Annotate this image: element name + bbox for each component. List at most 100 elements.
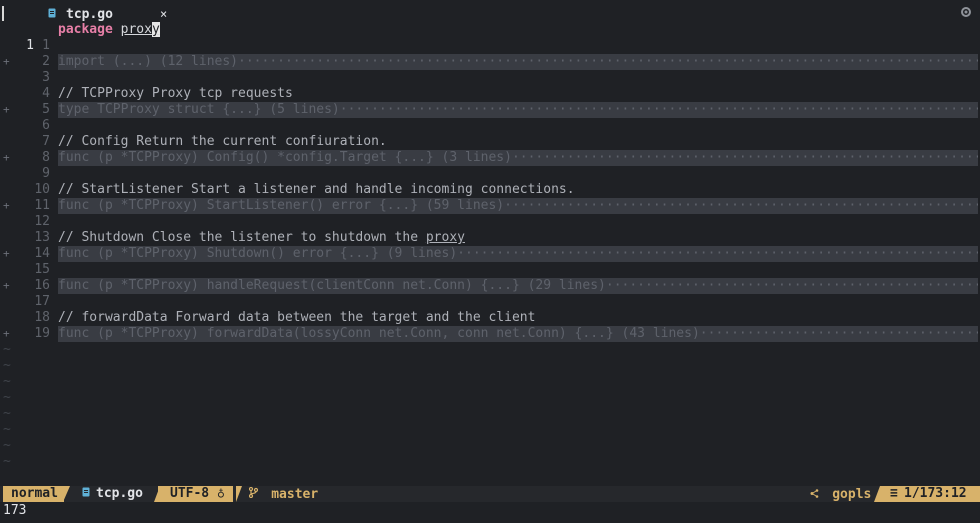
folded-region[interactable]: func (p *TCPProxy) Shutdown() error {...… [58, 246, 978, 262]
code-line[interactable]: +14 func (p *TCPProxy) Shutdown() error {… [0, 246, 980, 262]
line-number: 18 [34, 310, 50, 325]
encoding-indicator: UTF-8 ♁ [158, 486, 233, 502]
empty-line: ~ [0, 406, 980, 422]
folded-region[interactable]: func (p *TCPProxy) Config() *config.Targ… [58, 150, 978, 166]
code-line[interactable]: 6 [0, 118, 980, 134]
keyword-package: package [58, 22, 113, 37]
folded-region[interactable]: import (...) (12 lines)·················… [58, 54, 978, 70]
tab-tcp-go[interactable]: tcp.go [46, 6, 113, 22]
folded-region[interactable]: type TCPProxy struct {...} (5 lines)····… [58, 102, 978, 118]
encoding-text: UTF-8 [170, 486, 210, 501]
tilde-marker: ~ [3, 438, 11, 453]
status-file: tcp.go [82, 486, 143, 502]
fold-summary: func (p *TCPProxy) StartListener() error… [58, 198, 505, 213]
lsp-name: gopls [832, 487, 872, 502]
tab-bar: tcp.go × [0, 6, 980, 22]
cursor-position: ≡ 1/173:12 [880, 486, 980, 502]
line-number: 10 [34, 182, 50, 197]
code-line[interactable]: +8 func (p *TCPProxy) Config() *config.Ta… [0, 150, 980, 166]
empty-line: ~ [0, 374, 980, 390]
editor-window: tcp.go × 1 package proxy 1 +2 import (...)… [0, 0, 980, 523]
branch-name: master [271, 487, 319, 502]
fold-fill-dots: ········································… [511, 150, 978, 165]
code-lines: 1 +2 import (...) (12 lines)··············… [0, 38, 980, 342]
mode-separator [63, 486, 70, 502]
code-line[interactable]: 1 [0, 38, 980, 54]
fold-fill-dots: ········································… [699, 326, 978, 341]
fold-summary: func (p *TCPProxy) Config() *config.Targ… [58, 150, 512, 165]
comment-text: // Config Return the current confiuratio… [58, 134, 387, 150]
tilde-marker: ~ [3, 422, 11, 437]
line-number: 19 [34, 326, 50, 341]
gear-icon[interactable] [961, 6, 971, 22]
code-line[interactable]: 7 // Config Return the current confiurati… [0, 134, 980, 150]
tilde-marker: ~ [3, 358, 11, 373]
code-line-current[interactable]: 1 package proxy [0, 22, 980, 53]
position-text: 1/173:12 [904, 486, 967, 501]
code-line[interactable]: +5 type TCPProxy struct {...} (5 lines)··… [0, 102, 980, 118]
code-editor[interactable]: 1 package proxy 1 +2 import (...) (12 line… [0, 22, 980, 470]
git-branch-icon [248, 486, 265, 501]
code-line[interactable]: 9 [0, 166, 980, 182]
line-number: 2 [42, 54, 50, 69]
comment-body: // TCPProxy Proxy tcp requests [58, 86, 293, 101]
comment-body: // Config Return the current confiuratio… [58, 134, 387, 149]
comment-body: // StartListener Start a listener and ha… [58, 182, 575, 197]
line-number: 15 [34, 262, 50, 277]
folded-region[interactable]: func (p *TCPProxy) forwardData(lossyConn… [58, 326, 978, 342]
code-line[interactable]: 18 // forwardData Forward data between th… [0, 310, 980, 326]
empty-line: ~ [0, 438, 980, 454]
fold-fill-dots: ········································… [238, 54, 978, 69]
empty-line: ~ [0, 390, 980, 406]
code-line[interactable]: 15 [0, 262, 980, 278]
tilde-marker: ~ [3, 390, 11, 405]
code-line[interactable]: 13 // Shutdown Close the listener to shut… [0, 230, 980, 246]
code-line[interactable]: 4 // TCPProxy Proxy tcp requests [0, 86, 980, 102]
empty-line: ~ [0, 358, 980, 374]
line-number: 14 [34, 246, 50, 261]
line-number: 16 [34, 278, 50, 293]
command-line[interactable]: 173 [3, 503, 26, 519]
tilde-marker: ~ [3, 454, 11, 469]
window-cursor-marker [2, 6, 4, 21]
code-line[interactable]: 12 [0, 214, 980, 230]
code-line[interactable]: 10 // StartListener Start a listener and … [0, 182, 980, 198]
text-cursor: y [151, 22, 160, 37]
fold-summary: type TCPProxy struct {...} (5 lines) [58, 102, 340, 117]
line-number: 1 [42, 38, 50, 53]
folded-region[interactable]: func (p *TCPProxy) handleRequest(clientC… [58, 278, 978, 294]
line-number: 12 [34, 214, 50, 229]
folded-region[interactable]: func (p *TCPProxy) StartListener() error… [58, 198, 978, 214]
package-name: proxy [121, 22, 160, 37]
os-icon: ♁ [216, 486, 225, 501]
fold-summary: func (p *TCPProxy) handleRequest(clientC… [58, 278, 606, 293]
comment-text: // TCPProxy Proxy tcp requests [58, 86, 293, 102]
code-line[interactable]: 3 [0, 70, 980, 86]
code-line[interactable]: +16 func (p *TCPProxy) handleRequest(clie… [0, 278, 980, 294]
code-line[interactable]: 17 [0, 294, 980, 310]
status-filename: tcp.go [96, 486, 143, 501]
tab-label: tcp.go [66, 6, 113, 22]
tilde-marker: ~ [3, 342, 11, 357]
highlighted-reference: proxy [425, 230, 465, 245]
line-number: 9 [42, 166, 50, 181]
fold-fill-dots: ········································… [457, 246, 978, 261]
code-line[interactable]: +11 func (p *TCPProxy) StartListener() er… [0, 198, 980, 214]
line-number: 5 [42, 102, 50, 117]
comment-text: // forwardData Forward data between the … [58, 310, 535, 326]
line-number: 3 [42, 70, 50, 85]
tab-close-icon[interactable]: × [160, 6, 167, 22]
comment-body: // forwardData Forward data between the … [58, 310, 536, 325]
code-line[interactable]: +19 func (p *TCPProxy) forwardData(lossyC… [0, 326, 980, 342]
fold-fill-dots: ········································… [605, 278, 978, 293]
tilde-marker: ~ [3, 406, 11, 421]
lsp-status: gopls [810, 486, 871, 503]
code-line[interactable]: +2 import (...) (12 lines)···············… [0, 54, 980, 70]
encoding-separator-right [236, 486, 242, 502]
empty-buffer-lines: ~ ~ ~ ~ ~ ~ ~ ~ [0, 342, 980, 470]
fold-summary: import (...) (12 lines) [58, 54, 239, 69]
menu-icon: ≡ [890, 486, 898, 501]
line-number: 6 [42, 118, 50, 133]
fold-summary: func (p *TCPProxy) Shutdown() error {...… [58, 246, 458, 261]
code-text: package proxy [58, 22, 160, 38]
